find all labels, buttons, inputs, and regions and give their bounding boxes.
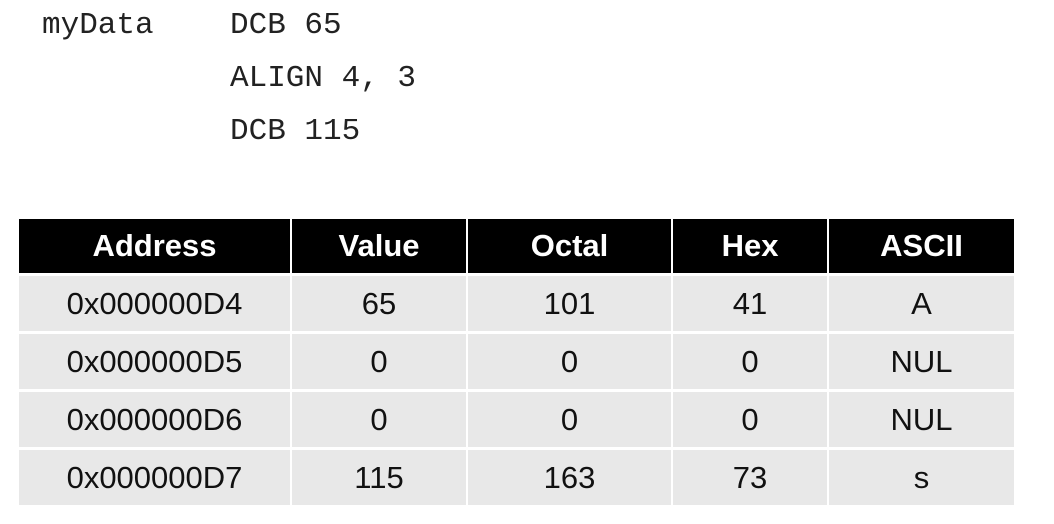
cell-ascii: NUL [828, 331, 1014, 391]
header-hex: Hex [672, 219, 829, 275]
cell-value: 115 [291, 447, 468, 505]
cell-address: 0x000000D6 [19, 389, 292, 449]
cell-hex: 0 [672, 331, 829, 391]
table-row: 0x000000D4 65 101 41 A [19, 273, 1014, 333]
cell-ascii: s [828, 447, 1014, 505]
header-address: Address [19, 219, 292, 275]
code-line: DCB 115 [42, 110, 360, 163]
header-ascii: ASCII [828, 219, 1014, 275]
code-line: myData DCB 65 [42, 4, 342, 57]
table-header-row: Address Value Octal Hex ASCII [19, 219, 1014, 275]
cell-octal: 163 [467, 447, 673, 505]
cell-octal: 101 [467, 273, 673, 333]
code-instruction: ALIGN 4, 3 [230, 61, 417, 96]
code-label: myData [42, 8, 154, 43]
cell-value: 0 [291, 331, 468, 391]
cell-address: 0x000000D4 [19, 273, 292, 333]
code-line: ALIGN 4, 3 [42, 57, 416, 110]
cell-ascii: A [828, 273, 1014, 333]
header-value: Value [291, 219, 468, 275]
table-row: 0x000000D5 0 0 0 NUL [19, 331, 1014, 391]
table-row: 0x000000D6 0 0 0 NUL [19, 389, 1014, 449]
cell-ascii: NUL [828, 389, 1014, 449]
header-octal: Octal [467, 219, 673, 275]
cell-hex: 41 [672, 273, 829, 333]
cell-value: 0 [291, 389, 468, 449]
table-row: 0x000000D7 115 163 73 s [19, 447, 1014, 505]
code-instruction: DCB 115 [230, 114, 361, 149]
cell-octal: 0 [467, 331, 673, 391]
cell-octal: 0 [467, 389, 673, 449]
memory-table: Address Value Octal Hex ASCII 0x000000D4… [19, 219, 1014, 505]
cell-value: 65 [291, 273, 468, 333]
cell-address: 0x000000D5 [19, 331, 292, 391]
assembly-code-block: myData DCB 65 ALIGN 4, 3 DCB 115 [42, 4, 416, 163]
cell-address: 0x000000D7 [19, 447, 292, 505]
cell-hex: 73 [672, 447, 829, 505]
cell-hex: 0 [672, 389, 829, 449]
code-instruction: DCB 65 [230, 8, 342, 43]
